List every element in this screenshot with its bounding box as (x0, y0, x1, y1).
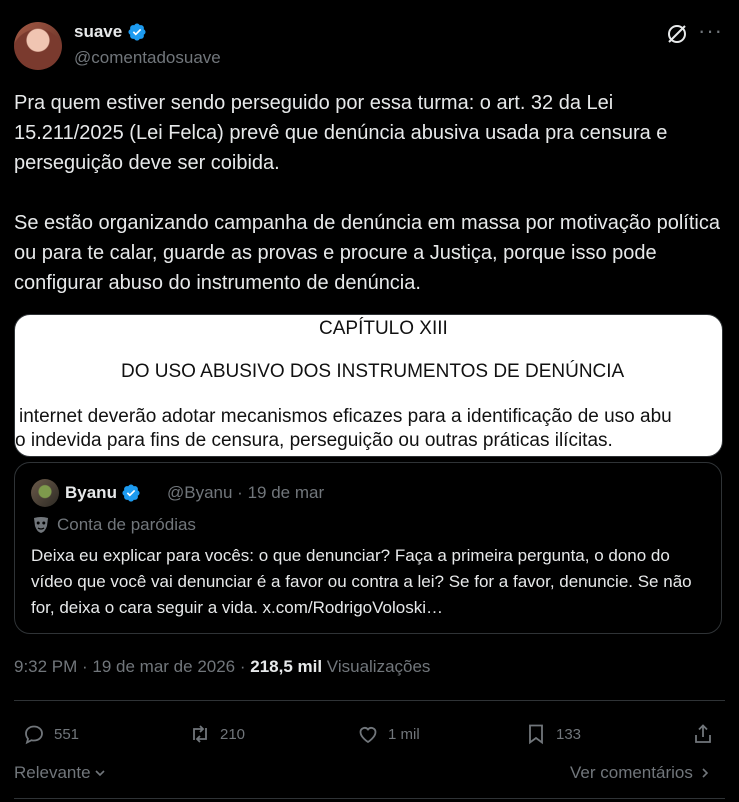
quote-verified-badge-icon (122, 484, 140, 502)
doc-chapter-subtitle: DO USO ABUSIVO DOS INSTRUMENTOS DE DENÚN… (121, 361, 625, 382)
sort-dropdown[interactable]: Relevante (14, 763, 107, 783)
parody-label: Conta de paródias (57, 515, 196, 534)
quote-text: Deixa eu explicar para vocês: o que denu… (31, 546, 692, 617)
chevron-right-icon (702, 768, 708, 778)
author-name[interactable]: suave (74, 22, 122, 42)
reply-button[interactable]: 551 (22, 722, 79, 746)
views-label: Visualizações (322, 657, 431, 676)
like-button[interactable]: 1 mil (356, 722, 420, 746)
reply-count: 551 (54, 725, 80, 743)
quote-name-row[interactable]: Byanu (65, 483, 141, 503)
heart-icon (359, 727, 377, 744)
sort-label: Relevante (14, 763, 91, 782)
author-name-row[interactable]: suave (74, 22, 147, 42)
quoted-post[interactable]: Byanu @Byanu · 19 de mar Conta de paródi… (14, 462, 722, 634)
bookmark-button[interactable]: 133 (524, 722, 581, 746)
parody-mask-icon (34, 517, 48, 533)
post-text: Pra quem estiver sendo perseguido por es… (14, 92, 720, 294)
doc-line-2: o indevida para fins de censura, persegu… (15, 430, 613, 451)
bookmark-count: 133 (556, 725, 582, 743)
grok-icon[interactable] (665, 22, 689, 46)
quote-avatar[interactable] (31, 479, 59, 507)
repost-button[interactable]: 210 (188, 722, 245, 746)
repost-count: 210 (220, 725, 246, 743)
view-comments-label: Ver comentários (570, 763, 693, 782)
quote-author-name[interactable]: Byanu (65, 483, 117, 503)
share-button[interactable] (691, 722, 715, 746)
more-options-icon[interactable]: ··· (698, 20, 722, 46)
bookmark-icon (529, 724, 543, 745)
reply-icon (25, 725, 43, 745)
divider-bottom (14, 798, 725, 799)
repost-icon (193, 725, 207, 743)
post-timestamp[interactable]: 9:32 PM · 19 de mar de 2026 · (14, 657, 250, 676)
view-comments-link[interactable]: Ver comentários (570, 763, 711, 783)
divider-top (14, 700, 725, 701)
post-meta: 9:32 PM · 19 de mar de 2026 · 218,5 mil … (14, 657, 430, 677)
chevron-down-icon (94, 770, 105, 777)
verified-badge-icon (128, 23, 146, 41)
doc-line-1: internet deverão adotar mecanismos efica… (19, 406, 672, 427)
views-count: 218,5 mil (250, 657, 323, 676)
author-avatar[interactable] (14, 22, 62, 70)
parody-label-row: Conta de paródias (33, 515, 196, 535)
doc-chapter-title: CAPÍTULO XIII (319, 318, 448, 339)
like-count: 1 mil (388, 725, 420, 743)
post-image[interactable]: CAPÍTULO XIII DO USO ABUSIVO DOS INSTRUM… (14, 314, 723, 457)
share-icon (695, 724, 711, 743)
author-handle[interactable]: @comentadosuave (74, 48, 221, 68)
quote-meta: @Byanu · 19 de mar (167, 483, 325, 502)
